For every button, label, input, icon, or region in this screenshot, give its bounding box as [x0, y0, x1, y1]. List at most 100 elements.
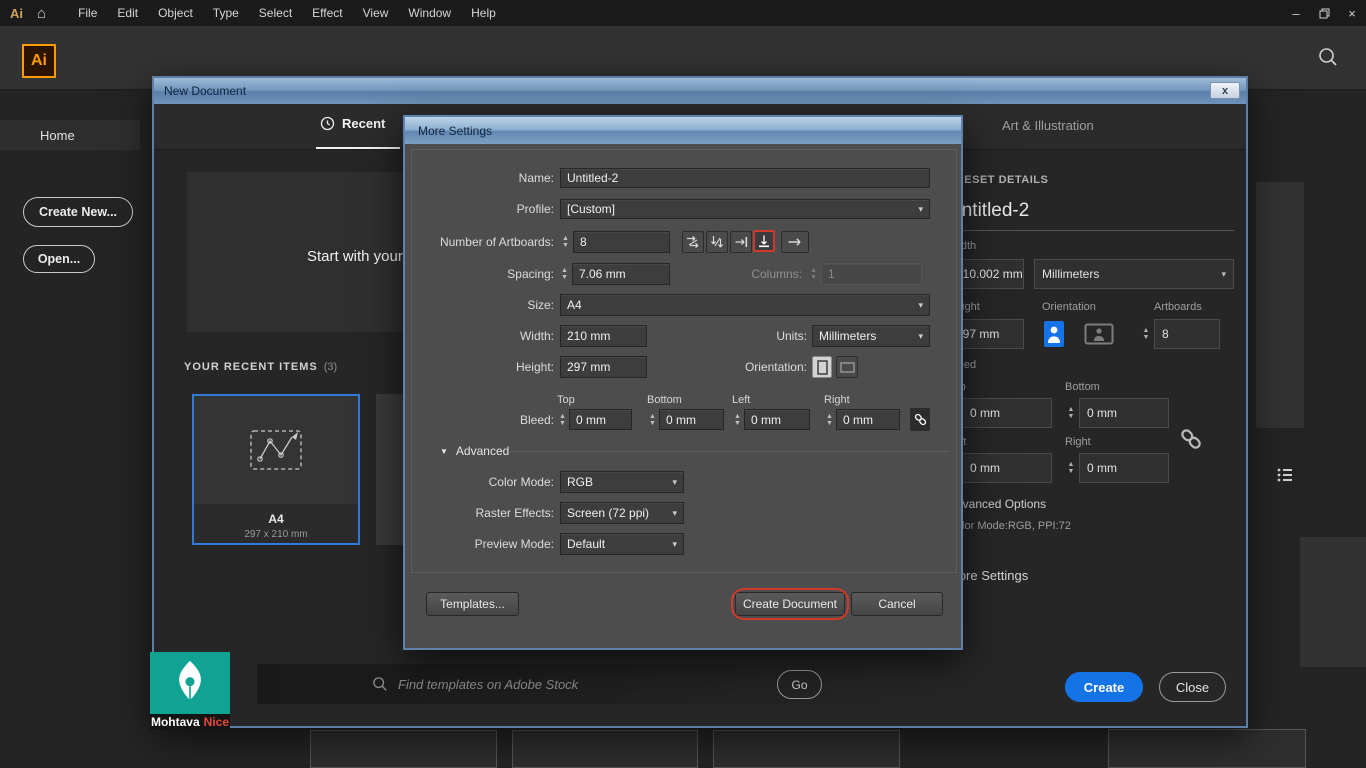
template-thumbnail[interactable] — [310, 730, 497, 768]
units-select[interactable]: Millimeters ▾ — [812, 325, 930, 347]
grid-by-column-button[interactable] — [706, 231, 728, 253]
color-mode-select[interactable]: RGB ▾ — [560, 471, 684, 493]
sidebar-item-home[interactable]: Home — [0, 120, 140, 150]
new-document-titlebar[interactable]: New Document x — [154, 78, 1246, 104]
artboards-input[interactable]: 8 — [573, 231, 670, 253]
sketch-path-icon — [250, 430, 302, 470]
profile-label: Profile: — [516, 202, 554, 216]
size-select[interactable]: A4 ▾ — [560, 294, 930, 316]
preset-bleed-top-input[interactable]: 0 mm — [962, 398, 1052, 428]
bleed-bottom-input[interactable]: 0 mm — [659, 409, 724, 430]
menu-file[interactable]: File — [68, 0, 107, 26]
hero-text: Start with your — [307, 248, 403, 265]
arrange-by-row-button[interactable] — [730, 231, 752, 253]
menu-edit[interactable]: Edit — [107, 0, 148, 26]
preset-bleed-bottom-stepper[interactable]: ▲ ▼ — [1065, 398, 1077, 428]
list-panel-icon[interactable] — [1276, 466, 1294, 484]
bleed-left-stepper[interactable]: ▲ ▼ — [732, 409, 743, 430]
bleed-top-input[interactable]: 0 mm — [569, 409, 632, 430]
raster-effects-select[interactable]: Screen (72 ppi) ▾ — [560, 502, 684, 524]
minimize-button[interactable]: – — [1282, 0, 1310, 26]
preset-name-underline — [948, 230, 1234, 231]
bleed-right-input[interactable]: 0 mm — [836, 409, 900, 430]
create-button[interactable]: Create — [1065, 672, 1143, 702]
new-document-close-button[interactable]: x — [1210, 82, 1240, 99]
menu-help[interactable]: Help — [461, 0, 506, 26]
bleed-bottom-stepper[interactable]: ▲ ▼ — [647, 409, 658, 430]
height-input[interactable]: 297 mm — [560, 356, 647, 378]
menu-type[interactable]: Type — [203, 0, 249, 26]
search-icon[interactable] — [1317, 46, 1339, 68]
restore-icon — [1319, 8, 1329, 18]
link-icon — [914, 413, 926, 426]
arrange-by-column-button[interactable] — [753, 230, 775, 252]
more-settings-titlebar[interactable]: More Settings — [405, 117, 961, 144]
illustrator-app-icon[interactable]: Ai — [22, 44, 56, 78]
size-value: A4 — [567, 298, 582, 312]
recent-items-count: (3) — [323, 361, 338, 373]
tab-recent[interactable]: Recent — [320, 116, 385, 131]
menu-window[interactable]: Window — [398, 0, 461, 26]
bleed-link-icon[interactable] — [1178, 426, 1204, 452]
create-document-button[interactable]: Create Document — [735, 592, 845, 616]
recent-item-a4[interactable]: A4 297 x 210 mm — [192, 394, 360, 545]
preview-mode-select[interactable]: Default ▾ — [560, 533, 684, 555]
bleed-left-input[interactable]: 0 mm — [744, 409, 810, 430]
templates-button[interactable]: Templates... — [426, 592, 519, 616]
name-label: Name: — [518, 171, 554, 185]
preset-unit-value: Millimeters — [1042, 267, 1100, 281]
orientation-portrait-icon[interactable] — [1042, 319, 1066, 349]
orientation-portrait-button[interactable] — [812, 356, 832, 378]
bleed-top-stepper[interactable]: ▲ ▼ — [557, 409, 568, 430]
preset-artboards-stepper[interactable]: ▲ ▼ — [1140, 319, 1152, 349]
bleed-link-button[interactable] — [910, 408, 930, 431]
template-thumbnail[interactable] — [512, 730, 698, 768]
preset-bleed-right-stepper[interactable]: ▲ ▼ — [1065, 453, 1077, 483]
preset-unit-select[interactable]: Millimeters ▾ — [1034, 259, 1234, 289]
orientation-landscape-icon[interactable] — [1084, 323, 1114, 345]
preset-artboards-input[interactable]: 8 — [1154, 319, 1220, 349]
artboards-stepper[interactable]: ▲ ▼ — [560, 231, 571, 253]
profile-select[interactable]: [Custom] ▾ — [560, 199, 930, 219]
home-icon[interactable]: ⌂ — [37, 5, 46, 22]
cancel-button[interactable]: Cancel — [851, 592, 943, 616]
app-close-button[interactable]: × — [1338, 0, 1366, 26]
menu-bar: Ai ⌂ File Edit Object Type Select Effect… — [0, 0, 1366, 26]
name-input[interactable]: Untitled-2 — [560, 168, 930, 188]
watermark-text: Mohtava Nice — [150, 714, 230, 730]
open-button[interactable]: Open... — [23, 245, 95, 273]
orientation-landscape-button[interactable] — [836, 356, 858, 378]
recent-item-name: A4 — [268, 512, 284, 526]
size-label: Size: — [527, 298, 554, 312]
chevron-down-icon: ▾ — [918, 330, 923, 341]
menu-view[interactable]: View — [353, 0, 399, 26]
spacing-input[interactable]: 7.06 mm — [572, 263, 670, 285]
layout-direction-button[interactable] — [781, 231, 809, 253]
bleed-right-stepper[interactable]: ▲ ▼ — [824, 409, 835, 430]
preset-bleed-right-label: Right — [1065, 436, 1091, 448]
preset-artboards-label: Artboards — [1154, 301, 1202, 313]
menu-object[interactable]: Object — [148, 0, 203, 26]
stock-search-bar[interactable]: Find templates on Adobe Stock Go — [257, 664, 905, 704]
columns-input: 1 — [821, 263, 922, 285]
preset-bleed-bottom-input[interactable]: 0 mm — [1079, 398, 1169, 428]
menu-select[interactable]: Select — [249, 0, 302, 26]
width-input[interactable]: 210 mm — [560, 325, 647, 347]
grid-by-column-icon — [710, 236, 724, 248]
menu-effect[interactable]: Effect — [302, 0, 352, 26]
go-button[interactable]: Go — [777, 670, 822, 699]
arrange-by-row-icon — [735, 237, 748, 247]
recent-item-dimensions: 297 x 210 mm — [244, 529, 308, 540]
create-new-button[interactable]: Create New... — [23, 197, 133, 227]
advanced-separator — [510, 451, 950, 452]
preset-bleed-right-input[interactable]: 0 mm — [1079, 453, 1169, 483]
advanced-disclosure[interactable]: ▼ Advanced — [440, 444, 509, 458]
template-thumbnail[interactable] — [713, 730, 900, 768]
close-button[interactable]: Close — [1159, 672, 1226, 702]
grid-by-row-button[interactable] — [682, 231, 704, 253]
template-thumbnail[interactable] — [1108, 729, 1306, 768]
spacing-stepper[interactable]: ▲ ▼ — [559, 263, 570, 285]
tab-art-illustration[interactable]: Art & Illustration — [1002, 118, 1094, 133]
preset-bleed-left-input[interactable]: 0 mm — [962, 453, 1052, 483]
restore-button[interactable] — [1310, 0, 1338, 26]
